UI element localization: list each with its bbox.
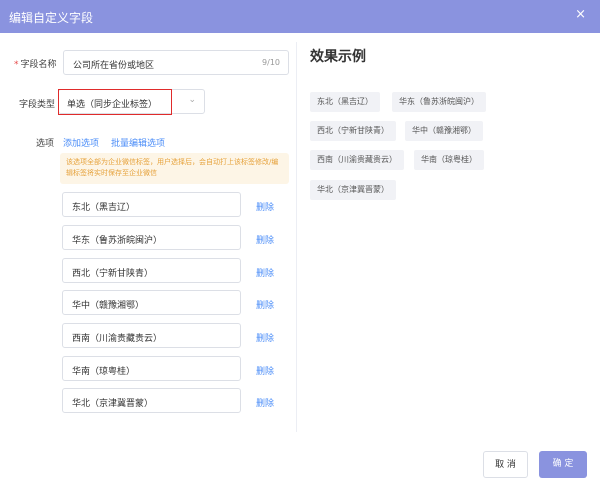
confirm-button[interactable]: 确 定 (539, 451, 587, 478)
delete-option-button[interactable]: 删除 (256, 364, 274, 377)
sync-notice: 该选项全部为企业微信标签，用户选择后，会自动打上该标签修改/编辑标签将实时保存至… (60, 153, 289, 184)
panel-divider (296, 42, 297, 432)
delete-option-button[interactable]: 删除 (256, 233, 274, 246)
option-input[interactable]: 西北（宁新甘陕青） (62, 258, 241, 283)
preview-tag: 华南（琼粤桂） (414, 150, 484, 170)
batch-edit-options-link[interactable]: 批量编辑选项 (111, 136, 165, 149)
field-name-value: 公司所在省份或地区 (73, 61, 155, 71)
field-name-char-count: 9/10 (262, 58, 280, 67)
preview-tag: 华中（赣豫湘鄂） (405, 121, 483, 141)
delete-option-button[interactable]: 删除 (256, 331, 274, 344)
option-input[interactable]: 华南（琼粤桂） (62, 356, 241, 381)
dialog-header: 编辑自定义字段 × (0, 0, 600, 33)
delete-option-button[interactable]: 删除 (256, 266, 274, 279)
delete-option-button[interactable]: 删除 (256, 298, 274, 311)
preview-tag: 华北（京津冀晋蒙） (310, 180, 396, 200)
field-type-value: 单选（同步企业标签） (67, 100, 158, 110)
add-option-link[interactable]: 添加选项 (63, 136, 99, 149)
close-icon[interactable]: × (575, 7, 586, 23)
options-label: 选项 (36, 139, 55, 149)
dialog-title: 编辑自定义字段 (9, 11, 94, 25)
option-input[interactable]: 华东（鲁苏浙皖闽沪） (62, 225, 241, 250)
option-input[interactable]: 华中（赣豫湘鄂） (62, 290, 241, 315)
preview-tag: 西北（宁新甘陕青） (310, 121, 396, 141)
preview-tag: 东北（黑吉辽） (310, 92, 380, 112)
field-type-select[interactable]: 单选（同步企业标签） ⌄ (58, 89, 205, 114)
option-input[interactable]: 西南（川渝贵藏贵云） (62, 323, 241, 348)
preview-tag: 华东（鲁苏浙皖闽沪） (392, 92, 486, 112)
chevron-down-icon: ⌄ (188, 95, 196, 105)
field-name-input[interactable]: 公司所在省份或地区 9/10 (63, 50, 289, 75)
option-input[interactable]: 华北（京津冀晋蒙） (62, 388, 241, 413)
required-asterisk: * (14, 60, 19, 70)
preview-tag: 西南（川渝贵藏贵云） (310, 150, 404, 170)
delete-option-button[interactable]: 删除 (256, 200, 274, 213)
field-name-label: * 字段名称 (14, 60, 57, 70)
cancel-button[interactable]: 取 消 (483, 451, 528, 478)
field-type-label: 字段类型 (19, 100, 56, 110)
preview-title: 效果示例 (310, 49, 366, 65)
delete-option-button[interactable]: 删除 (256, 396, 274, 409)
option-input[interactable]: 东北（黑吉辽） (62, 192, 241, 217)
